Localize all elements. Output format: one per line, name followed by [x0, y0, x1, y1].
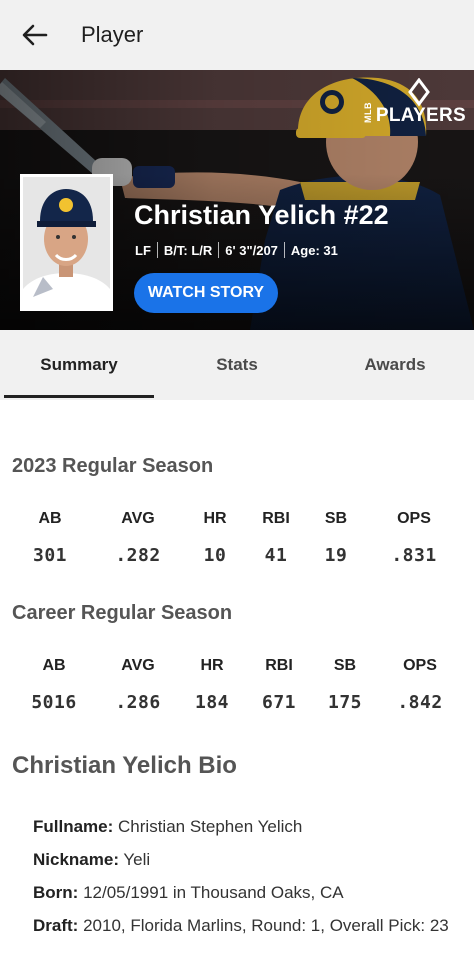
page-title: Player	[81, 22, 144, 47]
stat-header-hr: HR	[200, 657, 224, 674]
bio-value: 12/05/1991 in Thousand Oaks, CA	[83, 883, 344, 902]
stat-value-avg: .286	[115, 692, 161, 713]
player-height-weight: 6' 3"/207	[225, 242, 278, 258]
player-name: Christian Yelich #22	[134, 200, 389, 230]
bio-value: Yeli	[123, 850, 151, 869]
player-headshot	[20, 174, 113, 311]
stat-header-ops: OPS	[403, 657, 437, 674]
divider	[218, 242, 220, 258]
players-diamond-icon	[408, 78, 430, 107]
bio-value: 2010, Florida Marlins, Round: 1, Overall…	[83, 916, 449, 935]
bio-key: Born:	[33, 883, 79, 902]
brand-mlb-text: MLB	[362, 102, 373, 123]
player-hero: MLB PLAYERS Christian Yelich #22 LF B/T:…	[0, 70, 474, 330]
divider	[156, 242, 158, 258]
stat-header-hr: HR	[203, 510, 227, 527]
stat-value-sb: 19	[324, 545, 348, 566]
stat-header-sb: SB	[333, 657, 357, 674]
stat-header-rbi: RBI	[265, 657, 293, 674]
bio-list: Fullname: Christian Stephen Yelich Nickn…	[33, 810, 453, 940]
stat-value-ab: 5016	[31, 692, 77, 713]
headshot-image	[23, 177, 110, 308]
stat-value-ab: 301	[32, 545, 68, 566]
stat-header-rbi: RBI	[262, 510, 290, 527]
mlb-players-logo: MLB PLAYERS	[362, 78, 466, 125]
stat-header-ab: AB	[42, 657, 66, 674]
stat-value-rbi: 671	[261, 692, 297, 713]
stat-header-avg: AVG	[121, 510, 155, 527]
bio-draft: Draft: 2010, Florida Marlins, Round: 1, …	[33, 912, 453, 940]
tab-bar: Summary Stats Awards	[0, 330, 474, 400]
stat-value-hr: 184	[194, 692, 230, 713]
bio-nickname: Nickname: Yeli	[33, 843, 453, 876]
bio-value: Christian Stephen Yelich	[118, 817, 303, 836]
stat-value-hr: 10	[203, 545, 227, 566]
player-age: Age: 31	[290, 242, 338, 258]
player-position: LF	[135, 242, 151, 258]
stat-value-sb: 175	[327, 692, 363, 713]
stat-header-ops: OPS	[397, 510, 431, 527]
watch-story-button[interactable]: WATCH STORY	[134, 273, 278, 313]
arrow-left-icon	[22, 24, 48, 46]
career-stats-title: Career Regular Season	[12, 602, 233, 624]
stat-value-rbi: 41	[264, 545, 288, 566]
stat-value-ops: .831	[391, 545, 437, 566]
stat-header-ab: AB	[38, 510, 62, 527]
bio-fullname: Fullname: Christian Stephen Yelich	[33, 810, 453, 843]
bio-key: Draft:	[33, 916, 79, 935]
tab-awards[interactable]: Awards	[316, 330, 474, 400]
tab-stats[interactable]: Stats	[158, 330, 316, 400]
bio-born: Born: 12/05/1991 in Thousand Oaks, CA	[33, 876, 453, 909]
stat-header-sb: SB	[324, 510, 348, 527]
bio-key: Nickname:	[33, 850, 119, 869]
player-bats-throws: B/T: L/R	[163, 242, 213, 258]
player-meta: LF B/T: L/R 6' 3"/207 Age: 31	[135, 242, 338, 258]
back-button[interactable]	[0, 0, 70, 70]
bio-title: Christian Yelich Bio	[12, 752, 237, 779]
bio-key: Fullname:	[33, 817, 114, 836]
divider	[283, 242, 285, 258]
app-bar: Player	[0, 0, 474, 70]
tab-summary[interactable]: Summary	[0, 330, 158, 400]
stat-value-ops: .842	[397, 692, 443, 713]
stat-value-avg: .282	[115, 545, 161, 566]
season-stats-title: 2023 Regular Season	[12, 455, 214, 477]
stat-header-avg: AVG	[121, 657, 155, 674]
